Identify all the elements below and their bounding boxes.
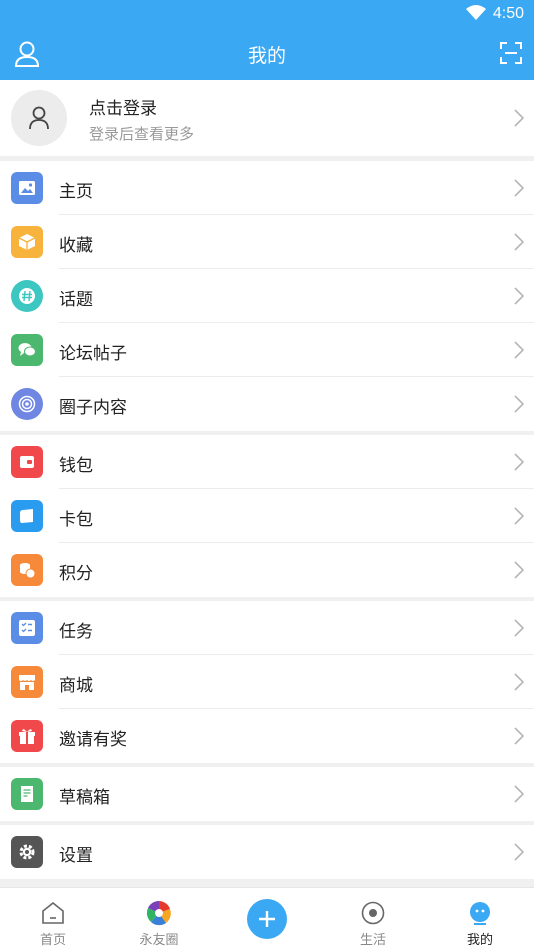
menu-item-label: 任务: [59, 622, 93, 642]
tab-label: 我的: [466, 933, 493, 948]
status-time: 4:50: [492, 5, 524, 22]
menu-item-label: 卡包: [59, 510, 93, 530]
menu-item-label: 商城: [59, 676, 93, 696]
chevron-right-icon: [514, 727, 524, 745]
store-icon: [11, 666, 43, 698]
menu-item-label: 钱包: [59, 456, 93, 476]
home-icon: [42, 901, 64, 924]
tab-profile[interactable]: 我的: [427, 888, 533, 949]
tab-label: 生活: [359, 933, 386, 948]
menu-item-forum-posts[interactable]: 论坛帖子: [0, 323, 534, 377]
profile-icon: [470, 902, 490, 925]
chat-icon: [11, 334, 43, 366]
chevron-right-icon: [514, 179, 524, 197]
chevron-right-icon: [514, 395, 524, 413]
chevron-right-icon: [514, 619, 524, 637]
menu-item-drafts[interactable]: 草稿箱: [0, 767, 534, 821]
menu-item-label: 收藏: [59, 236, 93, 256]
image-icon: [11, 172, 43, 204]
menu-item-circle-content[interactable]: 圈子内容: [0, 377, 534, 431]
menu-item-label: 主页: [59, 182, 93, 202]
chevron-right-icon: [514, 507, 524, 525]
chevron-right-icon: [514, 843, 524, 861]
task-list-icon: [11, 612, 43, 644]
menu-item-label: 积分: [59, 564, 93, 584]
gear-icon: [11, 836, 43, 868]
menu-item-label: 圈子内容: [59, 398, 127, 418]
tab-circle[interactable]: 永友圈: [106, 888, 212, 949]
menu-item-store[interactable]: 商城: [0, 655, 534, 709]
plus-icon: [259, 911, 275, 927]
menu-item-favorites[interactable]: 收藏: [0, 215, 534, 269]
menu-item-home[interactable]: 主页: [0, 161, 534, 215]
menu-item-label: 论坛帖子: [59, 344, 127, 364]
circle-icon: [11, 388, 43, 420]
chevron-right-icon: [514, 109, 524, 127]
menu-item-label: 设置: [59, 846, 93, 866]
chevron-right-icon: [514, 341, 524, 359]
user-icon: [29, 106, 49, 130]
login-subtitle: 登录后查看更多: [89, 125, 195, 143]
app-bar: 我的: [0, 28, 534, 80]
page-title: 我的: [247, 45, 286, 67]
chevron-right-icon: [514, 287, 524, 305]
avatar: [11, 90, 67, 146]
card-icon: [11, 500, 43, 532]
menu-item-label: 草稿箱: [59, 788, 110, 808]
status-bar: 4:50: [0, 0, 534, 28]
menu-item-invite-rewards[interactable]: 邀请有奖: [0, 709, 534, 763]
coins-icon: [11, 554, 43, 586]
menu-item-wallet[interactable]: 钱包: [0, 435, 534, 489]
chevron-right-icon: [514, 453, 524, 471]
menu-item-tasks[interactable]: 任务: [0, 601, 534, 655]
login-title: 点击登录: [89, 99, 157, 119]
life-icon: [361, 901, 385, 925]
wallet-icon: [11, 446, 43, 478]
menu-item-settings[interactable]: 设置: [0, 825, 534, 879]
tab-home[interactable]: 首页: [0, 888, 106, 949]
hashtag-icon: [11, 280, 43, 312]
menu-item-topics[interactable]: 话题: [0, 269, 534, 323]
chevron-right-icon: [514, 233, 524, 251]
box-icon: [11, 226, 43, 258]
chevron-right-icon: [514, 785, 524, 803]
chevron-right-icon: [514, 673, 524, 691]
circle-logo-icon: [146, 900, 171, 926]
bottom-tab-bar: 首页 永友圈 生活 我的: [0, 887, 534, 949]
add-button[interactable]: [247, 899, 287, 939]
scan-icon[interactable]: [500, 42, 522, 64]
login-card[interactable]: 点击登录 登录后查看更多: [0, 80, 534, 156]
menu-item-points[interactable]: 积分: [0, 543, 534, 597]
draft-icon: [11, 778, 43, 810]
chevron-right-icon: [514, 561, 524, 579]
tab-label: 永友圈: [139, 933, 179, 948]
tab-label: 首页: [39, 933, 66, 948]
menu-item-card-holder[interactable]: 卡包: [0, 489, 534, 543]
menu-item-label: 话题: [59, 290, 93, 310]
tab-life[interactable]: 生活: [320, 888, 426, 949]
wifi-icon: [466, 5, 486, 20]
menu-item-label: 邀请有奖: [59, 730, 127, 750]
gift-icon: [11, 720, 43, 752]
